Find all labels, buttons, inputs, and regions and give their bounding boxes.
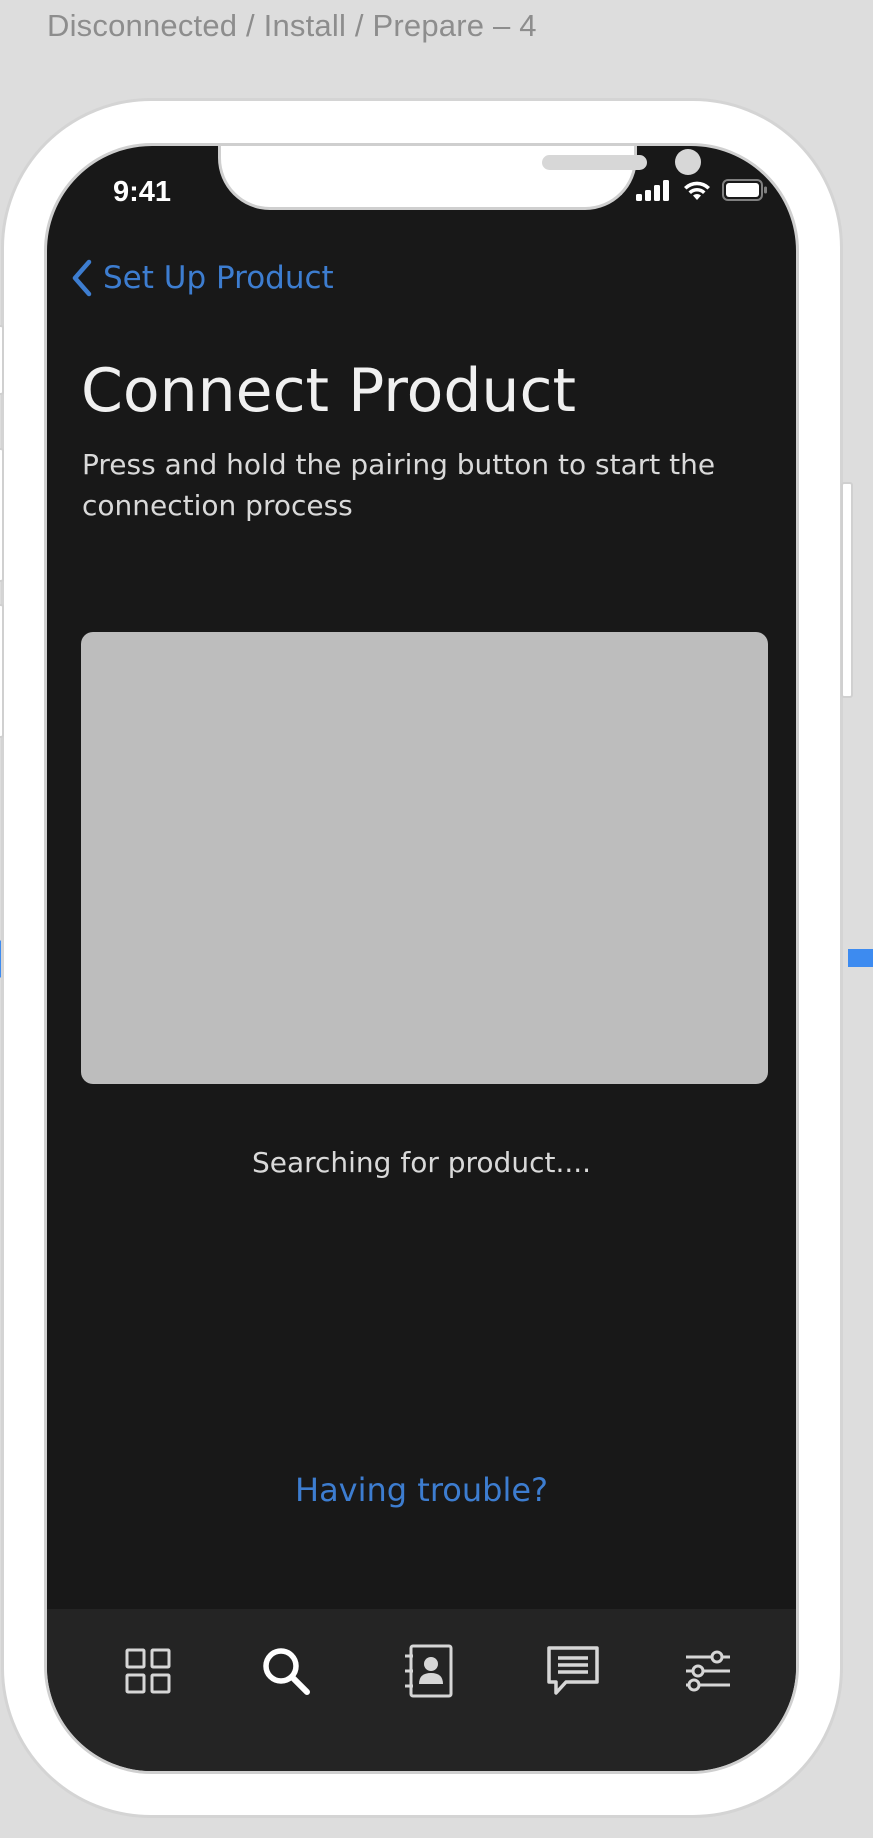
side-button-volume-down xyxy=(0,604,4,738)
signal-icon xyxy=(636,180,669,201)
side-button-power xyxy=(841,482,853,698)
tab-settings[interactable] xyxy=(676,1639,740,1703)
back-button-label: Set Up Product xyxy=(103,260,334,296)
notch xyxy=(218,146,701,210)
phone-screen: 9:41 Set Up Product Connect Product Pres… xyxy=(44,143,799,1774)
battery-icon xyxy=(722,179,767,201)
prototype-link-arrow-out xyxy=(848,949,873,967)
tab-messages[interactable] xyxy=(541,1639,605,1703)
tab-search[interactable] xyxy=(254,1639,318,1703)
settings-sliders-icon xyxy=(686,1650,730,1692)
status-icons xyxy=(636,179,768,201)
search-status-text: Searching for product.... xyxy=(251,1146,592,1179)
product-image-placeholder xyxy=(81,632,768,1084)
chat-icon xyxy=(547,1646,599,1695)
grid-icon xyxy=(125,1648,171,1694)
back-button[interactable]: Set Up Product xyxy=(67,258,334,298)
search-icon xyxy=(263,1648,310,1695)
having-trouble-link[interactable]: Having trouble? xyxy=(47,1471,796,1509)
status-time: 9:41 xyxy=(113,176,172,208)
front-camera xyxy=(675,149,701,175)
speaker xyxy=(542,155,647,170)
wifi-icon xyxy=(684,181,710,200)
side-button-mute xyxy=(0,325,4,395)
artboard-title: Disconnected / Install / Prepare – 4 xyxy=(47,8,537,43)
chevron-left-icon xyxy=(72,259,92,297)
tab-contacts[interactable] xyxy=(397,1639,461,1703)
tab-dashboard[interactable] xyxy=(116,1639,180,1703)
side-button-volume-up xyxy=(0,448,4,582)
contacts-icon xyxy=(405,1644,453,1698)
page-title: Connect Product xyxy=(81,356,576,426)
tab-bar xyxy=(47,1609,796,1771)
page-subtitle: Press and hold the pairing button to sta… xyxy=(82,448,716,522)
